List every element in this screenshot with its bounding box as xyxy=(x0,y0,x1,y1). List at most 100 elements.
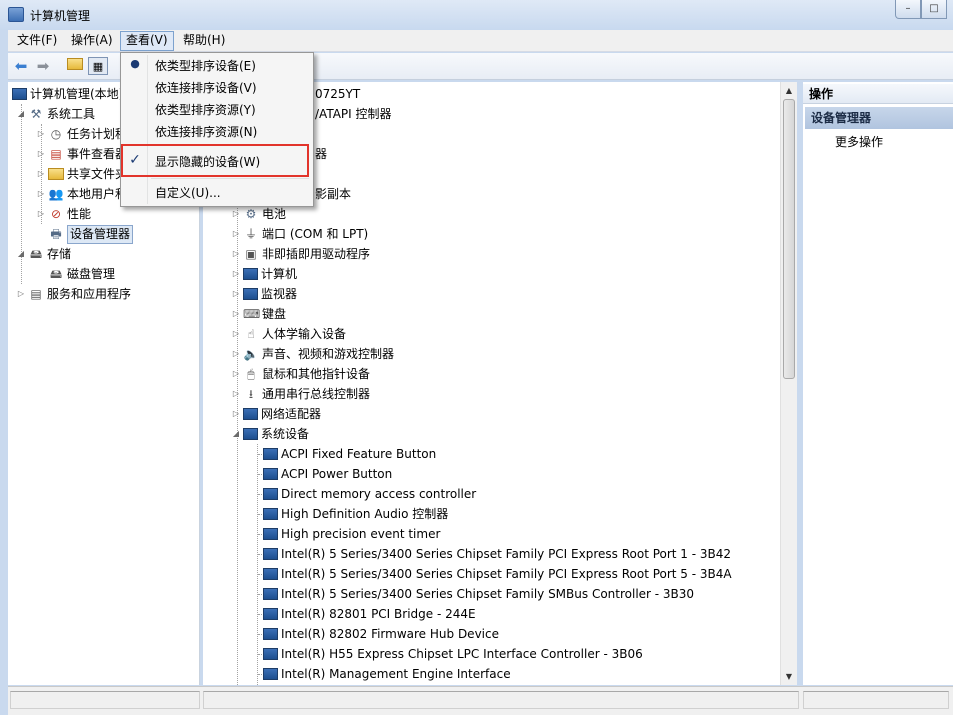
device-item[interactable]: Intel(R) 5 Series/3400 Series Chipset Fa… xyxy=(261,544,731,564)
window-title: 计算机管理 xyxy=(30,9,91,23)
expand-icon[interactable]: ▷ xyxy=(36,204,46,224)
tree-root[interactable]: 计算机管理(本地) xyxy=(10,84,123,104)
device-category[interactable]: ▷ 计算机 xyxy=(231,264,297,284)
computer-icon xyxy=(12,88,27,100)
expand-icon[interactable]: ▷ xyxy=(231,384,241,404)
expand-icon[interactable]: ▷ xyxy=(36,164,46,184)
scroll-up-icon[interactable]: ▲ xyxy=(781,82,797,99)
expand-icon[interactable]: ▷ xyxy=(231,224,241,244)
expand-icon[interactable]: ▷ xyxy=(36,144,46,164)
speaker-icon: 🔈 xyxy=(243,347,259,361)
system-devices-icon xyxy=(243,428,258,440)
device-label: High precision event timer xyxy=(281,527,441,541)
device-category[interactable]: ▷ 网络适配器 xyxy=(231,404,321,424)
menu-item-sort-by-connection[interactable]: 依连接排序设备(V) xyxy=(155,78,257,98)
menu-item-resources-by-type[interactable]: 依类型排序资源(Y) xyxy=(155,100,256,120)
highlight-annotation xyxy=(121,144,309,177)
category-label: 非即插即用驱动程序 xyxy=(262,247,371,261)
device-category[interactable]: ▷ ☝ 人体学输入设备 xyxy=(231,324,346,344)
menu-file[interactable]: 文件(F) xyxy=(12,31,62,51)
maximize-button[interactable]: □ xyxy=(921,0,947,19)
device-category[interactable]: ▷ ⭳ 通用串行总线控制器 xyxy=(231,384,370,404)
expand-icon[interactable]: ▷ xyxy=(231,344,241,364)
tree-disk-management[interactable]: 🖴 磁盘管理 xyxy=(46,264,115,284)
menu-action[interactable]: 操作(A) xyxy=(66,31,118,51)
menu-item-resources-by-connection[interactable]: 依连接排序资源(N) xyxy=(155,122,257,142)
device-category[interactable]: ◢ 系统设备 xyxy=(231,424,309,444)
device-category[interactable]: ▷ ⏚ 端口 (COM 和 LPT) xyxy=(231,224,368,244)
device-category[interactable]: ▷ ▣ 非即插即用驱动程序 xyxy=(231,244,370,264)
device-item[interactable]: Intel(R) 82801 PCI Bridge - 244E xyxy=(261,604,476,624)
device-item[interactable]: Intel(R) 5 Series/3400 Series Chipset Fa… xyxy=(261,564,732,584)
device-label: ACPI Power Button xyxy=(281,467,393,481)
expand-icon[interactable]: ▷ xyxy=(231,204,241,224)
vertical-scrollbar[interactable]: ▲ ▼ xyxy=(780,82,797,685)
device-label: Intel(R) H55 Express Chipset LPC Interfa… xyxy=(281,647,643,661)
tree-shared-folders[interactable]: ▷ 共享文件夹 xyxy=(36,164,127,184)
users-icon: 👥 xyxy=(48,187,64,201)
expand-icon[interactable]: ▷ xyxy=(16,284,26,304)
status-bar xyxy=(8,686,953,715)
device-category[interactable]: ▷ 🔈 声音、视频和游戏控制器 xyxy=(231,344,394,364)
expand-icon[interactable]: ▷ xyxy=(231,404,241,424)
performance-icon: ⊘ xyxy=(50,207,62,221)
more-actions-link[interactable]: 更多操作 xyxy=(835,134,883,150)
device-item[interactable]: Intel(R) 5 Series/3400 Series Chipset Fa… xyxy=(261,584,694,604)
device-category[interactable]: ▷ ⌨ 键盘 xyxy=(231,304,286,324)
expand-icon[interactable]: ▷ xyxy=(36,124,46,144)
scroll-thumb[interactable] xyxy=(783,99,795,379)
expand-icon[interactable]: ▷ xyxy=(231,304,241,324)
expand-icon[interactable]: ▷ xyxy=(36,184,46,204)
window-controls: – □ xyxy=(895,0,947,20)
device-item[interactable]: Intel(R) H55 Express Chipset LPC Interfa… xyxy=(261,644,643,664)
device-label: Intel(R) 82802 Firmware Hub Device xyxy=(281,627,499,641)
device-item[interactable]: ACPI Fixed Feature Button xyxy=(261,444,436,464)
collapse-icon[interactable]: ◢ xyxy=(231,424,241,444)
device-category-ide[interactable]: /ATAPI 控制器 xyxy=(315,104,392,124)
device-item[interactable]: Direct memory access controller xyxy=(261,484,476,504)
device-item[interactable]: High precision event timer xyxy=(261,524,440,544)
up-folder-icon[interactable] xyxy=(64,57,84,75)
actions-pane: 操作 设备管理器 更多操作 xyxy=(803,82,953,685)
back-arrow-icon[interactable]: ⬅ xyxy=(11,57,31,75)
device-category[interactable]: ▷ 🖱 鼠标和其他指针设备 xyxy=(231,364,370,384)
tree-services-apps[interactable]: ▷ ▤ 服务和应用程序 xyxy=(16,284,131,304)
tree-event-viewer[interactable]: ▷ ▤ 事件查看器 xyxy=(36,144,127,164)
battery-icon: ⚙ xyxy=(245,207,257,221)
menu-help[interactable]: 帮助(H) xyxy=(178,31,230,51)
collapse-icon[interactable]: ◢ xyxy=(16,104,26,124)
menu-item-sort-by-type[interactable]: 依类型排序设备(E) xyxy=(155,56,256,76)
actions-section-device-manager[interactable]: 设备管理器 xyxy=(805,107,953,129)
tree-performance[interactable]: ▷ ⊘ 性能 xyxy=(36,204,91,224)
device-category-volume-shadow[interactable]: 影副本 xyxy=(315,184,351,204)
event-viewer-icon: ▤ xyxy=(50,147,62,161)
tree-system-tools[interactable]: ◢ ⚒ 系统工具 xyxy=(16,104,95,124)
device-category-partial[interactable]: 器 xyxy=(315,144,327,164)
disk-icon: 🖴 xyxy=(49,267,63,281)
device-item[interactable]: Intel(R) 82802 Firmware Hub Device xyxy=(261,624,499,644)
show-hide-tree-icon[interactable]: ▦ xyxy=(88,57,108,75)
view-menu-dropdown: ● 依类型排序设备(E) 依连接排序设备(V) 依类型排序资源(Y) 依连接排序… xyxy=(120,52,314,207)
menu-bar: 文件(F) 操作(A) 查看(V) 帮助(H) xyxy=(8,30,953,52)
scroll-down-icon[interactable]: ▼ xyxy=(781,668,797,685)
device-computer-name[interactable]: 0725YT xyxy=(315,84,360,104)
expand-icon[interactable]: ▷ xyxy=(231,284,241,304)
device-category[interactable]: ▷ ⚙ 电池 xyxy=(231,204,286,224)
expand-icon[interactable]: ▷ xyxy=(231,364,241,384)
expand-icon[interactable]: ▷ xyxy=(231,244,241,264)
forward-arrow-icon[interactable]: ➡ xyxy=(33,57,53,75)
expand-icon[interactable]: ▷ xyxy=(231,324,241,344)
device-icon xyxy=(263,548,278,560)
menu-view[interactable]: 查看(V) xyxy=(120,31,174,51)
menu-item-customize[interactable]: 自定义(U)... xyxy=(155,183,221,203)
tree-storage[interactable]: ◢ 🖴 存储 xyxy=(16,244,71,264)
device-item[interactable]: High Definition Audio 控制器 xyxy=(261,504,448,524)
tree-device-manager[interactable]: 🖶 设备管理器 xyxy=(46,224,134,244)
collapse-icon[interactable]: ◢ xyxy=(16,244,26,264)
minimize-button[interactable]: – xyxy=(895,0,921,19)
device-item[interactable]: Intel(R) Management Engine Interface xyxy=(261,664,511,684)
device-item[interactable]: ACPI Power Button xyxy=(261,464,392,484)
expand-icon[interactable]: ▷ xyxy=(231,264,241,284)
device-category[interactable]: ▷ 监视器 xyxy=(231,284,297,304)
driver-icon: ▣ xyxy=(245,247,257,261)
